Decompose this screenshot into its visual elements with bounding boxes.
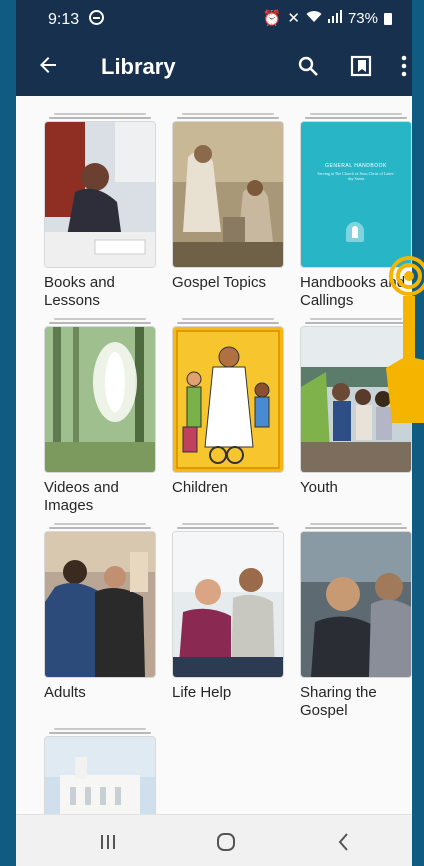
signal-icon <box>327 9 342 27</box>
item-label: Sharing the Gospel <box>300 684 377 719</box>
stack-line <box>54 318 146 320</box>
stack-line <box>182 523 274 525</box>
stack-line <box>54 728 146 730</box>
general-handbook-cover[interactable]: GENERAL HANDBOOK Serving in The Church o… <box>300 121 412 268</box>
stack-line <box>54 523 146 525</box>
phone-screen: 9:13 ⏰ ✕ 73% Library Books and Lessons G… <box>16 0 412 866</box>
app-bar: Library <box>16 36 412 96</box>
home-icon[interactable] <box>214 830 238 854</box>
stack-line <box>49 117 151 119</box>
item-label: Books and Lessons <box>44 274 115 309</box>
item-label: Children <box>172 479 228 496</box>
stack-line <box>182 113 274 115</box>
stack-line <box>305 117 407 119</box>
stack-line <box>177 527 279 529</box>
item-label: Videos and Images <box>44 479 119 514</box>
stack-line <box>49 732 151 734</box>
system-nav-bar <box>16 814 412 866</box>
more-vert-icon[interactable] <box>399 54 409 78</box>
item-label: Youth <box>300 479 338 496</box>
stack-line <box>54 113 146 115</box>
forest-light-image[interactable] <box>44 326 156 473</box>
tap-hand-icon <box>376 248 424 423</box>
item-label: Adults <box>44 684 86 701</box>
battery-percent: 73% <box>347 9 378 27</box>
search-icon[interactable] <box>296 54 320 78</box>
wifi-icon <box>306 10 322 27</box>
woman-studying-image[interactable] <box>44 121 156 268</box>
library-grid: Books and Lessons Gospel Topics GENERAL … <box>16 96 412 866</box>
battery-icon <box>384 13 392 25</box>
christus-emblem-icon <box>346 222 364 242</box>
item-label: Gospel Topics <box>172 274 266 291</box>
stack-line <box>177 322 279 324</box>
page-title: Library <box>101 54 176 79</box>
item-label: Life Help <box>172 684 232 701</box>
smiling-friends-image[interactable] <box>300 531 412 678</box>
stack-line <box>49 322 151 324</box>
stack-line <box>305 527 407 529</box>
status-bar: 9:13 ⏰ ✕ 73% <box>16 0 412 36</box>
adults-hugging-image[interactable] <box>44 531 156 678</box>
mute-icon: ✕ <box>287 10 300 27</box>
jesus-with-children-illustration[interactable] <box>172 326 284 473</box>
do-not-disturb-icon <box>88 10 104 25</box>
bookmarks-icon[interactable] <box>349 54 373 78</box>
clock-text: 9:13 <box>48 11 80 28</box>
handbook-cover-title: GENERAL HANDBOOK <box>325 163 387 169</box>
stack-line <box>177 117 279 119</box>
status-time: 9:13 <box>48 9 104 29</box>
stack-line <box>310 523 402 525</box>
stack-line <box>310 113 402 115</box>
back-arrow-icon[interactable] <box>36 53 60 77</box>
status-icons: ⏰ ✕ 73% <box>263 9 392 27</box>
recent-apps-icon[interactable] <box>96 830 120 854</box>
alarm-icon: ⏰ <box>262 10 282 27</box>
handbook-cover-subtitle: Serving in The Church of Jesus Christ of… <box>317 171 395 181</box>
stack-line <box>182 318 274 320</box>
back-icon[interactable] <box>332 830 356 854</box>
two-men-talking-image[interactable] <box>172 531 284 678</box>
woman-at-well-painting-image[interactable] <box>172 121 284 268</box>
stack-line <box>49 527 151 529</box>
